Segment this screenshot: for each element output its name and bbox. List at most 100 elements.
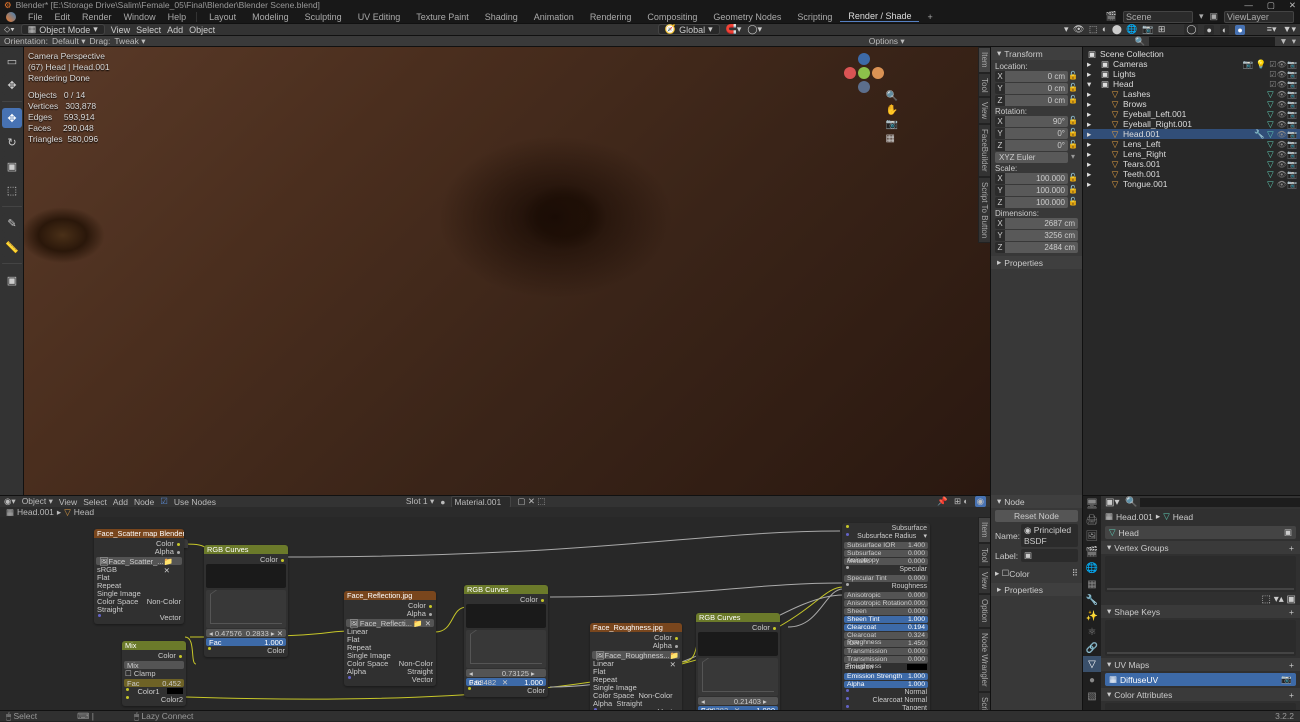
tab-anim[interactable]: Animation (526, 12, 582, 22)
shading-rendered[interactable]: ● (1235, 25, 1244, 35)
tab-rendering[interactable]: Rendering (582, 12, 640, 22)
ptab-object[interactable]: ▦ (1083, 576, 1101, 592)
filter-icon[interactable]: ▼ (1279, 36, 1287, 46)
proportional-edit[interactable]: ◯▾ (747, 24, 762, 35)
properties-toggle[interactable]: Properties (1004, 585, 1043, 595)
reset-node-button[interactable]: Reset Node (995, 510, 1078, 522)
options-dropdown[interactable]: Options ▾ (869, 36, 905, 47)
material-field[interactable]: Material.001 (451, 496, 511, 508)
vg-tools[interactable]: ⬚ ▾▴ ▣ (1262, 594, 1297, 605)
maximize-button[interactable]: ▢ (1267, 0, 1275, 11)
tool-select-box[interactable]: ▭ (2, 51, 22, 71)
lock-icon[interactable]: 🔓 (1068, 71, 1078, 82)
shading-matprev[interactable]: ◐ (1220, 25, 1229, 35)
uv-maps-header[interactable]: ▾ UV Maps+ (1101, 658, 1300, 671)
gizmo-down[interactable] (858, 81, 870, 93)
loc-y[interactable]: 0 cm (1005, 83, 1068, 94)
cameras-collection[interactable]: ▸▣Cameras 📷 💡☑ 👁 📷 (1083, 59, 1300, 69)
camera-toggle-icon[interactable]: 📷 (886, 119, 898, 130)
ptab-data[interactable]: ▽ (1083, 656, 1101, 672)
vertex-groups-header[interactable]: ▾ Vertex Groups+ (1101, 541, 1300, 554)
menu-file[interactable]: File (22, 12, 49, 22)
loc-x[interactable]: 0 cm (1005, 71, 1068, 82)
close-button[interactable]: ✕ (1289, 0, 1296, 11)
tab-compositing[interactable]: Compositing (639, 12, 705, 22)
dim-z[interactable]: 2484 cm (1005, 242, 1078, 253)
head-collection[interactable]: ▾▣Head☑ 👁 📷 (1083, 79, 1300, 89)
gizmo-z[interactable] (858, 53, 870, 65)
scene-collection-row[interactable]: ▣Scene Collection (1083, 49, 1300, 59)
gizmo-x[interactable] (844, 67, 856, 79)
snap-toggle[interactable]: 🧲▾ (726, 24, 742, 35)
shader-node[interactable]: Node (134, 497, 154, 507)
tab-texpaint[interactable]: Texture Paint (408, 12, 477, 22)
data-head-row[interactable]: ▽ Head▣ (1105, 526, 1296, 539)
item-brows[interactable]: ▸▽Brows▽👁 📷 (1083, 99, 1300, 109)
node-mix[interactable]: Mix Color Mix ☐ Clamp Fac0.452 Color1 Co… (122, 641, 186, 706)
props-search-input[interactable] (1140, 498, 1300, 507)
shader-view[interactable]: View (59, 497, 77, 507)
ntab-tool[interactable]: Tool (978, 73, 990, 98)
rot-z[interactable]: 0° (1005, 140, 1068, 151)
tool-move[interactable]: ✥ (2, 108, 22, 128)
dim-y[interactable]: 3256 cm (1005, 230, 1078, 241)
overlay-toggles[interactable]: ▾ 👁 ⬚ ◐ ⬤ 🌐 📷 ⊞ (1064, 24, 1166, 35)
ptab-constraints[interactable]: 🔗 (1083, 640, 1101, 656)
node-rgb-curves-1[interactable]: RGB Curves Color ◂ 0.475760.2833 ▸ ✕ Fac… (204, 545, 288, 657)
loc-z[interactable]: 0 cm (1005, 95, 1068, 106)
ptab-render[interactable]: 🖥 (1083, 496, 1101, 512)
tool-measure[interactable]: 📏 (2, 237, 22, 257)
rot-y[interactable]: 0° (1005, 128, 1068, 139)
menu-render[interactable]: Render (76, 12, 118, 22)
mode-dropdown[interactable]: ▦ Object Mode ▾ (21, 24, 105, 35)
node-rgb-curves-2[interactable]: RGB Curves Color ◂ 0.584820.73125 ▸ ✕ Fa… (464, 585, 548, 697)
new-collection-icon[interactable]: ▾ (1292, 36, 1296, 47)
tool-transform[interactable]: ⬚ (2, 180, 22, 200)
node-img-reflection[interactable]: Face_Reflection.jpg Color Alpha 🖼 Face_R… (344, 591, 436, 686)
editor-type-icon[interactable]: ⬦▾ (4, 24, 15, 35)
ptab-physics[interactable]: ⚛ (1083, 624, 1101, 640)
menu-select[interactable]: Select (136, 25, 161, 35)
scl-z[interactable]: 100.000 (1005, 197, 1068, 208)
editor-type-icon[interactable]: ◉▾ (4, 496, 16, 507)
outliner-editor-icon[interactable]: ≡▾ (1267, 24, 1277, 35)
tab-geonodes[interactable]: Geometry Nodes (705, 12, 789, 22)
minimize-button[interactable]: — (1244, 0, 1253, 11)
menu-add[interactable]: Add (167, 25, 183, 35)
item-teeth[interactable]: ▸▽Teeth.001▽👁 📷 (1083, 169, 1300, 179)
ntab-item[interactable]: Item (978, 47, 990, 73)
color-attr-list[interactable] (1105, 703, 1296, 710)
viewport-3d[interactable]: Camera Perspective (67) Head | Head.001 … (24, 47, 990, 495)
shader-ntab-option[interactable]: Option (978, 594, 990, 628)
shape-keys-list[interactable] (1105, 620, 1296, 656)
properties-header[interactable]: ▸ Properties (991, 256, 1082, 269)
shader-select[interactable]: Select (83, 497, 107, 507)
item-eyeball-l[interactable]: ▸▽Eyeball_Left.001▽👁 📷 (1083, 109, 1300, 119)
node-label-field[interactable]: ▣ (1021, 549, 1078, 562)
outliner-search-input[interactable] (1149, 37, 1275, 46)
tool-add-cube[interactable]: ▣ (2, 270, 22, 290)
item-lashes[interactable]: ▸▽Lashes▽👁 📷 (1083, 89, 1300, 99)
ptab-modifier[interactable]: 🔧 (1083, 592, 1101, 608)
scene-field[interactable]: Scene (1123, 11, 1193, 23)
snapping-icon[interactable]: ⊞ ◐ (954, 496, 969, 507)
node-img-scatter[interactable]: Face_Scatter map Blender.jpg Color Alpha… (94, 529, 184, 624)
ntab-view[interactable]: View (978, 97, 990, 124)
mat-new-icon[interactable]: ▢ ✕ ⬚ (517, 496, 545, 507)
shader-add[interactable]: Add (113, 497, 128, 507)
ptab-output[interactable]: 🖨 (1083, 512, 1101, 528)
vertex-groups-list[interactable] (1105, 556, 1296, 592)
node-canvas[interactable]: Material.001 Face_Scatter map Blender.jp… (0, 517, 990, 710)
item-lens-l[interactable]: ▸▽Lens_Left▽👁 📷 (1083, 139, 1300, 149)
item-head001[interactable]: ▸▽Head.001🔧 ▽👁 📷 (1083, 129, 1300, 139)
node-img-roughness[interactable]: Face_Roughness.jpg Color Alpha 🖼 Face_Ro… (590, 623, 682, 710)
ptab-viewlayer[interactable]: 🖼 (1083, 528, 1101, 544)
menu-help[interactable]: Help (162, 12, 193, 22)
slot-dropdown[interactable]: Slot 1 ▾ (406, 496, 434, 507)
crumb-head[interactable]: Head (74, 507, 94, 517)
scene-browse-icon[interactable]: ▾ (1199, 11, 1204, 22)
nav-gizmo[interactable] (848, 53, 880, 85)
dim-x[interactable]: 2687 cm (1005, 218, 1078, 229)
tab-modeling[interactable]: Modeling (244, 12, 297, 22)
tab-layout[interactable]: Layout (201, 12, 244, 22)
